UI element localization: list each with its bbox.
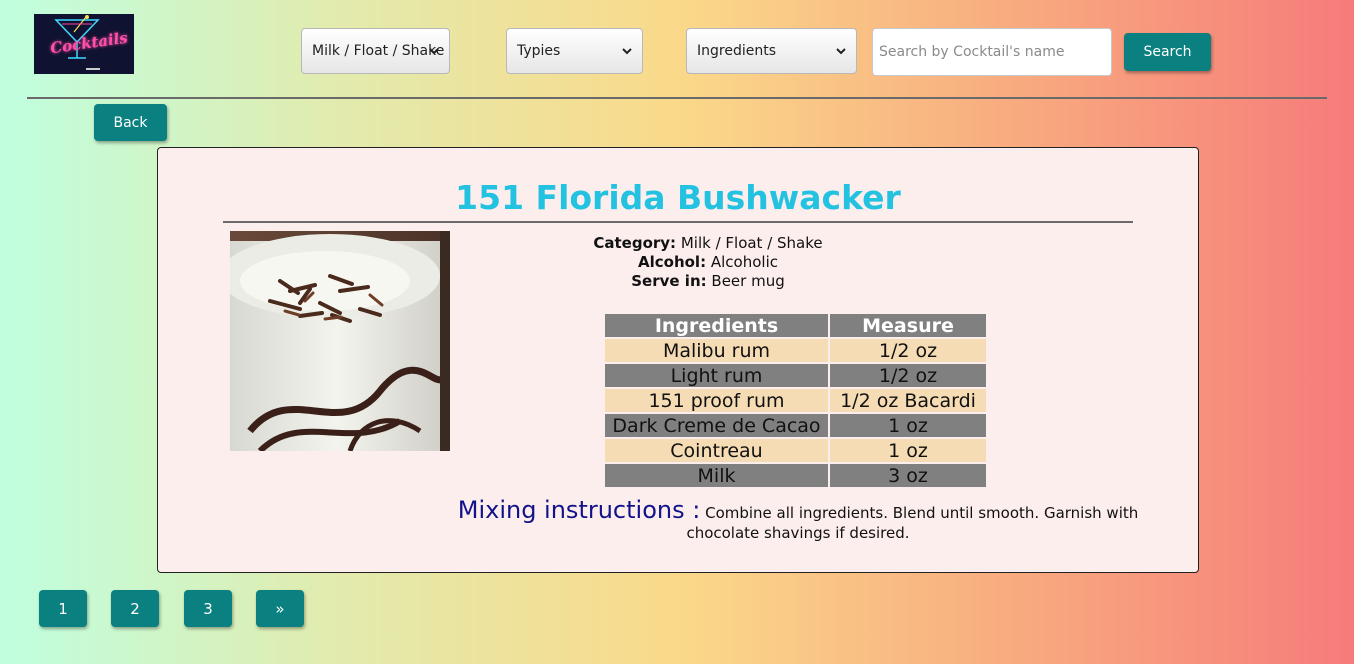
header-divider bbox=[27, 97, 1327, 99]
table-header-row: Ingredients Measure bbox=[605, 314, 986, 337]
ingredient-measure: 1 oz bbox=[830, 439, 986, 462]
ingredient-select[interactable]: Ingredients bbox=[686, 28, 857, 74]
drink-title: 151 Florida Bushwacker bbox=[455, 178, 901, 217]
ingredient-name: Malibu rum bbox=[605, 339, 828, 362]
drink-meta: Category: Milk / Float / Shake Alcohol: … bbox=[588, 234, 828, 291]
page-button-1[interactable]: 1 bbox=[39, 590, 87, 627]
category-select[interactable]: Milk / Float / Shake bbox=[301, 28, 450, 74]
next-page-button[interactable]: » bbox=[256, 590, 304, 627]
drink-detail-card: 151 Florida Bushwacker Category: Milk / … bbox=[157, 147, 1199, 573]
measure-header: Measure bbox=[830, 314, 986, 337]
chevron-down-icon bbox=[622, 48, 632, 55]
table-row: Dark Creme de Cacao 1 oz bbox=[605, 414, 986, 437]
table-row: Milk 3 oz bbox=[605, 464, 986, 487]
ingredient-measure: 1/2 oz bbox=[830, 339, 986, 362]
search-button[interactable]: Search bbox=[1124, 33, 1211, 71]
category-line: Category: Milk / Float / Shake bbox=[588, 234, 828, 253]
category-value: Milk / Float / Shake bbox=[680, 234, 823, 252]
table-row: Malibu rum 1/2 oz bbox=[605, 339, 986, 362]
page-button-3[interactable]: 3 bbox=[184, 590, 232, 627]
mixing-text: Combine all ingredients. Blend until smo… bbox=[686, 504, 1139, 542]
alcohol-line: Alcohol: Alcoholic bbox=[588, 253, 828, 272]
ingredient-name: Dark Creme de Cacao bbox=[605, 414, 828, 437]
type-select-value: Typies bbox=[517, 43, 561, 59]
title-divider bbox=[223, 221, 1133, 223]
mixing-instructions: Mixing instructions : Combine all ingred… bbox=[448, 498, 1148, 543]
alcohol-value: Alcoholic bbox=[710, 253, 778, 271]
ingredient-name: Cointreau bbox=[605, 439, 828, 462]
serve-line: Serve in: Beer mug bbox=[588, 272, 828, 291]
ingredients-header: Ingredients bbox=[605, 314, 828, 337]
ingredient-measure: 1/2 oz bbox=[830, 364, 986, 387]
ingredient-select-value: Ingredients bbox=[697, 43, 776, 59]
ingredient-measure: 1/2 oz Bacardi bbox=[830, 389, 986, 412]
serve-value: Beer mug bbox=[711, 272, 785, 290]
back-button[interactable]: Back bbox=[94, 104, 167, 141]
chevron-down-icon bbox=[429, 48, 439, 55]
chevron-down-icon bbox=[836, 48, 846, 55]
table-row: Light rum 1/2 oz bbox=[605, 364, 986, 387]
ingredient-name: Light rum bbox=[605, 364, 828, 387]
page-button-2[interactable]: 2 bbox=[111, 590, 159, 627]
mixing-label: Mixing instructions : bbox=[457, 496, 701, 524]
alcohol-label: Alcohol: bbox=[638, 253, 707, 271]
serve-label: Serve in: bbox=[631, 272, 707, 290]
ingredients-table: Ingredients Measure Malibu rum 1/2 oz Li… bbox=[603, 312, 988, 489]
table-row: 151 proof rum 1/2 oz Bacardi bbox=[605, 389, 986, 412]
ingredient-name: 151 proof rum bbox=[605, 389, 828, 412]
category-select-value: Milk / Float / Shake bbox=[312, 43, 445, 59]
type-select[interactable]: Typies bbox=[506, 28, 643, 74]
ingredient-measure: 1 oz bbox=[830, 414, 986, 437]
ingredient-name: Milk bbox=[605, 464, 828, 487]
search-input[interactable] bbox=[872, 28, 1112, 76]
ingredient-measure: 3 oz bbox=[830, 464, 986, 487]
cocktails-logo[interactable]: Cocktails bbox=[34, 14, 134, 74]
category-label: Category: bbox=[593, 234, 677, 252]
drink-photo bbox=[230, 231, 450, 451]
table-row: Cointreau 1 oz bbox=[605, 439, 986, 462]
